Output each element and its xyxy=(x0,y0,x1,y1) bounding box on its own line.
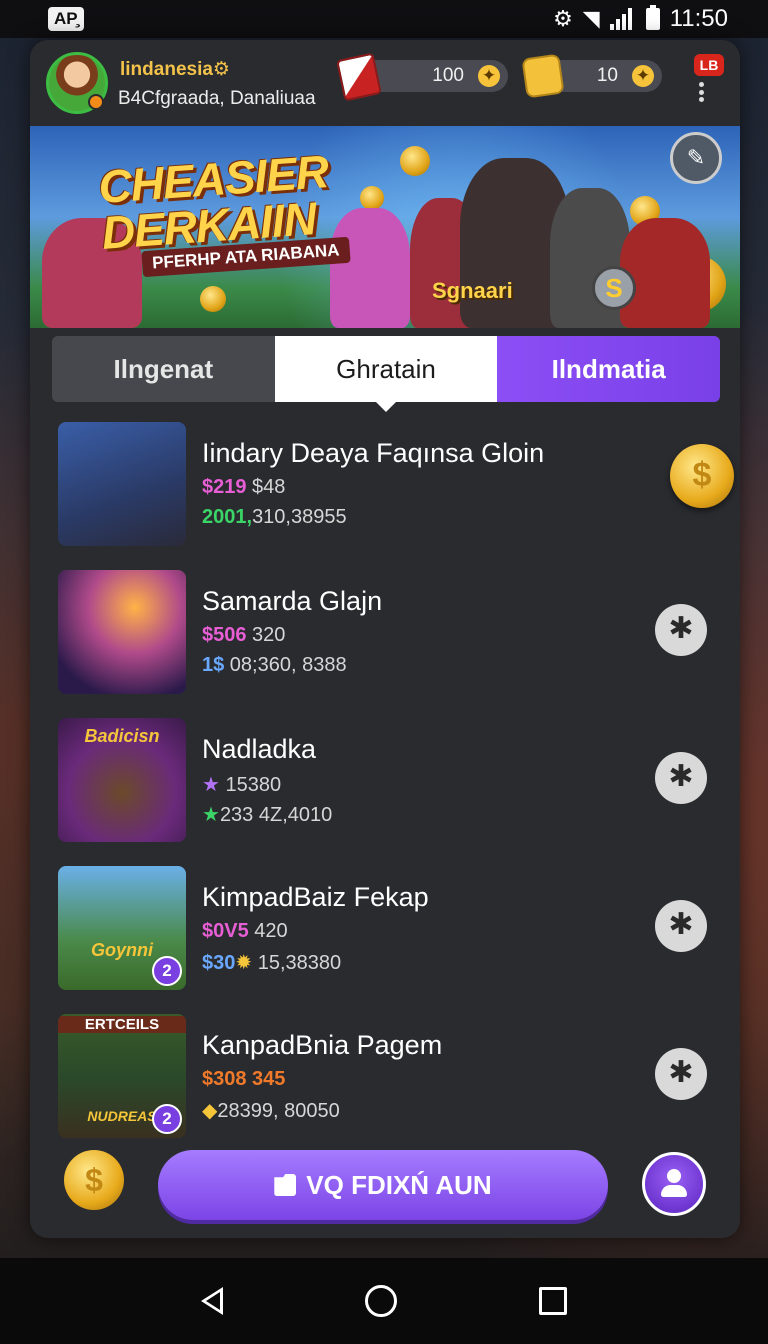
back-icon[interactable] xyxy=(201,1287,223,1315)
user-subtitle: B4Cfgraada, Danaliuaa xyxy=(118,88,316,109)
item-title: KanpadBnia Pagem xyxy=(202,1030,443,1060)
list-item[interactable]: ERTCEILS NUDREAS 2 KanpadBnia Pagem $308… xyxy=(30,1008,740,1138)
status-time: 11:50 xyxy=(669,5,728,32)
wifi-icon: ◥ xyxy=(582,6,600,31)
item-title: Nadladka xyxy=(202,734,317,764)
leaderboard-badge[interactable]: LB xyxy=(694,54,724,76)
item-thumbnail: Goynni 2 xyxy=(58,866,186,990)
primary-action-button[interactable]: VQ FDIXŃ AUN xyxy=(158,1150,608,1220)
item-price: $506 320 xyxy=(202,624,286,646)
profile-icon xyxy=(659,1169,689,1199)
edit-icon[interactable]: ✎ xyxy=(670,132,722,184)
item-title: Samarda Glajn xyxy=(202,586,383,616)
item-stats: ◆28399, 80050 xyxy=(202,1100,340,1122)
item-title: KimpadBaiz Fekap xyxy=(202,882,429,912)
gear-icon: ⚙ xyxy=(553,6,573,31)
item-stats: ★233 4Z,4010 xyxy=(202,804,333,826)
item-thumbnail: Badicisn xyxy=(58,718,186,842)
main-card: lindanesia⚙ B4Cfgraada, Danaliuaa 100 ✦ … xyxy=(30,40,740,1238)
avatar-status-badge xyxy=(88,94,104,110)
add-cards-icon[interactable]: ✦ xyxy=(478,65,500,87)
item-price: ★ 15380 xyxy=(202,774,282,796)
item-stats: 1$ 08;360, 8388 xyxy=(202,654,347,676)
banner-s-coin: S xyxy=(592,266,636,310)
battery-icon xyxy=(645,5,660,30)
thumbnail-badge: 2 xyxy=(152,956,182,986)
home-icon[interactable] xyxy=(365,1285,397,1317)
item-price: $0V5 420 xyxy=(202,920,288,942)
item-thumbnail: ERTCEILS NUDREAS 2 xyxy=(58,1014,186,1138)
item-stats: 2001,310,38955 xyxy=(202,506,347,528)
item-price: $219 $48 xyxy=(202,476,286,498)
coin-icon xyxy=(360,186,384,210)
tab-bar: Ilngenat Ghratain Ilndmatia xyxy=(52,336,721,412)
status-app-badge: AP̧ xyxy=(48,7,84,31)
banner-character xyxy=(620,218,710,328)
list-item[interactable]: Iindary Deaya Faqınsa Gloin $219 $48 200… xyxy=(30,416,740,546)
gem-icon: ◆ xyxy=(202,1100,218,1122)
navigation-bar xyxy=(0,1258,768,1344)
star-icon: ★ xyxy=(202,804,220,826)
currency-blocks-value: 10 xyxy=(596,65,618,86)
block-icon xyxy=(521,53,565,99)
list-item[interactable]: Badicisn Nadladka ★ 15380 ★233 4Z,4010 ✱ xyxy=(30,712,740,842)
close-icon[interactable]: ✱ xyxy=(655,900,707,952)
item-title: Iindary Deaya Faqınsa Gloin xyxy=(202,438,545,468)
close-icon[interactable]: ✱ xyxy=(655,752,707,804)
tab-ilngenat[interactable]: Ilngenat xyxy=(52,336,275,402)
thumbnail-title: Badicisn xyxy=(84,726,160,746)
promo-banner[interactable]: CHEASIER DERKAIIN PFERHP ATA RIABANA Sgn… xyxy=(30,126,740,328)
item-stats: $30✹ 15,38380 xyxy=(202,952,342,974)
banner-character xyxy=(330,208,410,328)
star-icon: ★ xyxy=(202,774,220,796)
coin-icon[interactable]: $ xyxy=(670,444,734,508)
status-bar: AP̧ ⚙ ◥ 11:50 xyxy=(0,0,768,38)
coin-button[interactable]: $ xyxy=(64,1150,124,1210)
profile-button[interactable] xyxy=(642,1152,706,1216)
coin-icon xyxy=(400,146,430,176)
burst-icon: ✹ xyxy=(235,952,253,974)
item-thumbnail xyxy=(58,570,186,694)
more-vertical-icon[interactable] xyxy=(697,82,705,102)
currency-cards-value: 100 xyxy=(432,65,464,86)
tab-ghratain[interactable]: Ghratain xyxy=(274,336,498,412)
thumbnail-title: ERTCEILS xyxy=(58,1016,186,1033)
close-icon[interactable]: ✱ xyxy=(655,604,707,656)
currency-cards[interactable]: 100 ✦ xyxy=(360,60,508,92)
folder-icon xyxy=(274,1174,297,1196)
primary-action-label: VQ FDIXŃ AUN xyxy=(306,1169,492,1200)
tab-ilndmatia[interactable]: Ilndmatia xyxy=(497,336,721,402)
thumbnail-badge: 2 xyxy=(152,1104,182,1134)
list-item[interactable]: Goynni 2 KimpadBaiz Fekap $0V5 420 $30✹ … xyxy=(30,860,740,990)
status-icons: ⚙ ◥ 11:50 xyxy=(553,5,728,33)
item-price: $308 345 xyxy=(202,1068,286,1090)
header: lindanesia⚙ B4Cfgraada, Danaliuaa 100 ✦ … xyxy=(30,40,740,125)
banner-tag: Sgnaari xyxy=(432,278,513,303)
user-name: lindanesia⚙ xyxy=(120,59,230,80)
add-blocks-icon[interactable]: ✦ xyxy=(632,65,654,87)
coin-icon xyxy=(200,286,226,312)
recents-icon[interactable] xyxy=(539,1287,567,1315)
item-thumbnail xyxy=(58,422,186,546)
close-icon[interactable]: ✱ xyxy=(655,1048,707,1100)
signal-icon xyxy=(609,8,636,30)
list-item[interactable]: Samarda Glajn $506 320 1$ 08;360, 8388 ✱ xyxy=(30,564,740,694)
